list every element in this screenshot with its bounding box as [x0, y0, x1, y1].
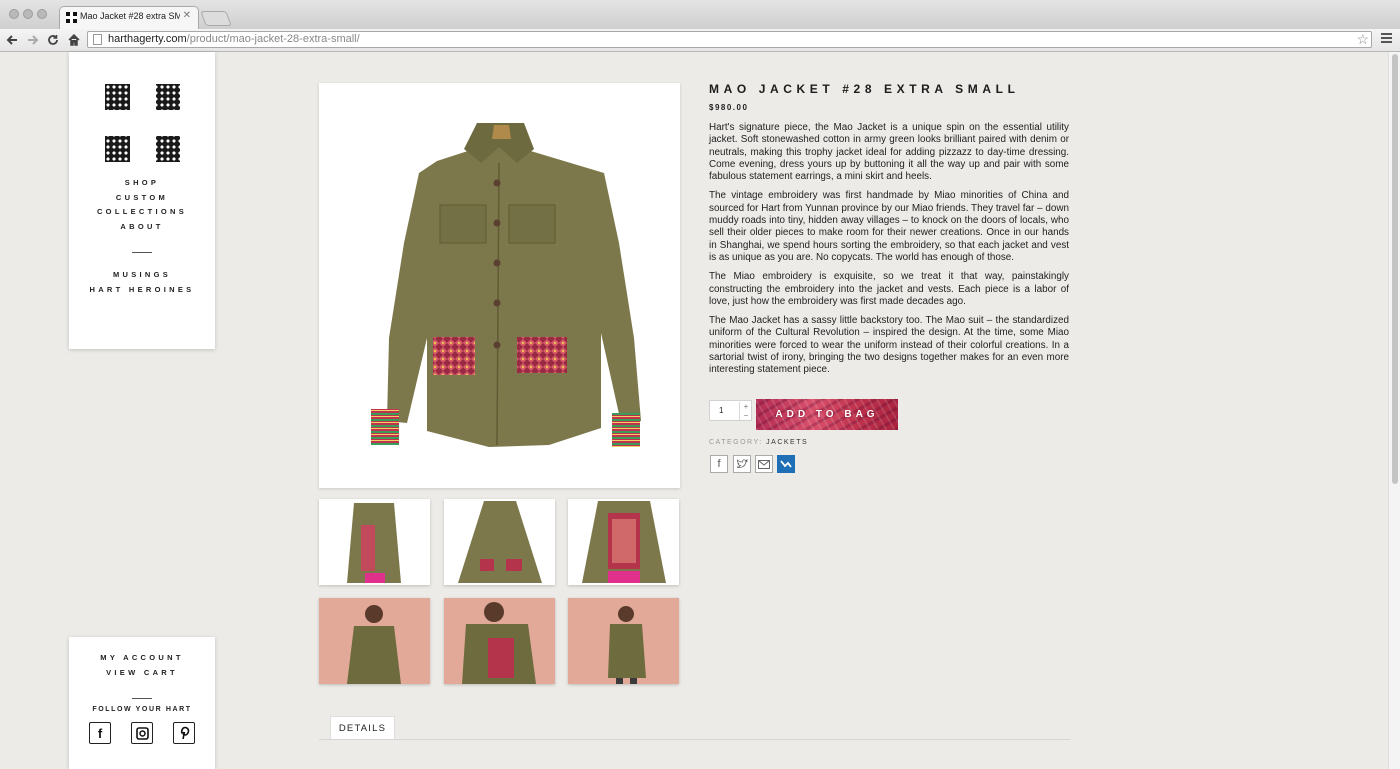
product-thumbnail[interactable] [319, 499, 430, 585]
minimize-window-button[interactable] [23, 9, 33, 19]
forward-arrow-icon[interactable] [25, 32, 41, 48]
page-content: SHOP CUSTOM COLLECTIONS ABOUT MUSINGS HA… [0, 52, 1400, 769]
my-account-link[interactable]: MY ACCOUNT [69, 651, 215, 666]
facebook-icon[interactable]: f [89, 722, 111, 744]
primary-nav: SHOP CUSTOM COLLECTIONS ABOUT [69, 176, 215, 234]
browser-tab-active[interactable]: Mao Jacket #28 extra SMALL ✕ [59, 6, 199, 29]
product-thumbnail[interactable] [319, 598, 430, 684]
chrome-menu-icon[interactable] [1381, 33, 1392, 45]
close-window-button[interactable] [9, 9, 19, 19]
quantity-stepper[interactable]: 1 + − [709, 400, 752, 421]
nav-musings[interactable]: MUSINGS [69, 268, 215, 283]
nav-shop[interactable]: SHOP [69, 176, 215, 191]
email-icon[interactable] [755, 455, 773, 473]
zoom-window-button[interactable] [37, 9, 47, 19]
vertical-scrollbar[interactable] [1388, 52, 1400, 769]
tab-close-icon[interactable]: ✕ [183, 10, 191, 21]
product-thumbnail[interactable] [444, 598, 555, 684]
quantity-decrease-button[interactable]: − [739, 411, 752, 420]
product-description: Hart's signature piece, the Mao Jacket i… [709, 122, 1069, 384]
scrollbar-thumb[interactable] [1392, 54, 1398, 484]
description-paragraph: The Mao Jacket has a sassy little backst… [709, 315, 1069, 376]
quantity-increase-button[interactable]: + [739, 402, 752, 411]
browser-tab-bar: Mao Jacket #28 extra SMALL ✕ [0, 0, 1400, 30]
nav-collections[interactable]: COLLECTIONS [69, 205, 215, 220]
new-tab-button[interactable] [200, 11, 232, 26]
share-icon[interactable] [777, 455, 795, 473]
url-text: harthagerty.com/product/mao-jacket-28-ex… [108, 33, 360, 45]
nav-custom[interactable]: CUSTOM [69, 191, 215, 206]
product-thumbnail[interactable] [444, 499, 555, 585]
instagram-icon[interactable] [131, 722, 153, 744]
secondary-nav: MUSINGS HART HEROINES [69, 268, 215, 297]
category-label: CATEGORY: [709, 439, 763, 446]
category-link[interactable]: JACKETS [766, 439, 808, 446]
quantity-input[interactable]: 1 [719, 406, 723, 415]
details-divider [319, 739, 1070, 740]
hart-logo[interactable] [105, 84, 180, 162]
nav-about[interactable]: ABOUT [69, 220, 215, 235]
back-arrow-icon[interactable] [4, 32, 20, 48]
browser-toolbar: harthagerty.com/product/mao-jacket-28-ex… [0, 29, 1400, 52]
tab-title: Mao Jacket #28 extra SMALL [80, 11, 180, 21]
account-divider [132, 698, 152, 699]
sidebar-nav-card: SHOP CUSTOM COLLECTIONS ABOUT MUSINGS HA… [69, 52, 215, 349]
favicon-icon [66, 12, 77, 23]
bookmark-star-icon[interactable]: ☆ [1356, 31, 1369, 48]
category-line: CATEGORY: JACKETS [709, 439, 808, 446]
page-icon [93, 34, 102, 45]
description-paragraph: The vintage embroidery was first handmad… [709, 190, 1069, 263]
nav-hart-heroines[interactable]: HART HEROINES [69, 283, 215, 298]
product-thumbnail[interactable] [568, 598, 679, 684]
add-to-bag-button[interactable]: ADD TO BAG [756, 399, 898, 430]
facebook-icon[interactable]: f [710, 455, 728, 473]
jacket-front-image [371, 123, 641, 447]
product-title: MAO JACKET #28 EXTRA SMALL [709, 82, 1020, 96]
product-price: $980.00 [709, 103, 749, 112]
follow-label: FOLLOW YOUR HART [92, 706, 192, 713]
sidebar-account-card: MY ACCOUNT VIEW CART FOLLOW YOUR HART f [69, 637, 215, 769]
view-cart-link[interactable]: VIEW CART [69, 666, 215, 681]
description-paragraph: Hart's signature piece, the Mao Jacket i… [709, 122, 1069, 183]
reload-icon[interactable] [45, 32, 61, 48]
twitter-icon[interactable] [733, 455, 751, 473]
pinterest-icon[interactable] [173, 722, 195, 744]
home-icon[interactable] [66, 32, 82, 48]
description-paragraph: The Miao embroidery is exquisite, so we … [709, 271, 1069, 307]
tab-details[interactable]: DETAILS [330, 716, 395, 740]
account-nav: MY ACCOUNT VIEW CART [69, 651, 215, 680]
product-thumbnail[interactable] [568, 499, 679, 585]
product-main-image[interactable] [319, 83, 680, 488]
address-bar[interactable]: harthagerty.com/product/mao-jacket-28-ex… [87, 31, 1372, 48]
nav-divider [132, 252, 152, 253]
